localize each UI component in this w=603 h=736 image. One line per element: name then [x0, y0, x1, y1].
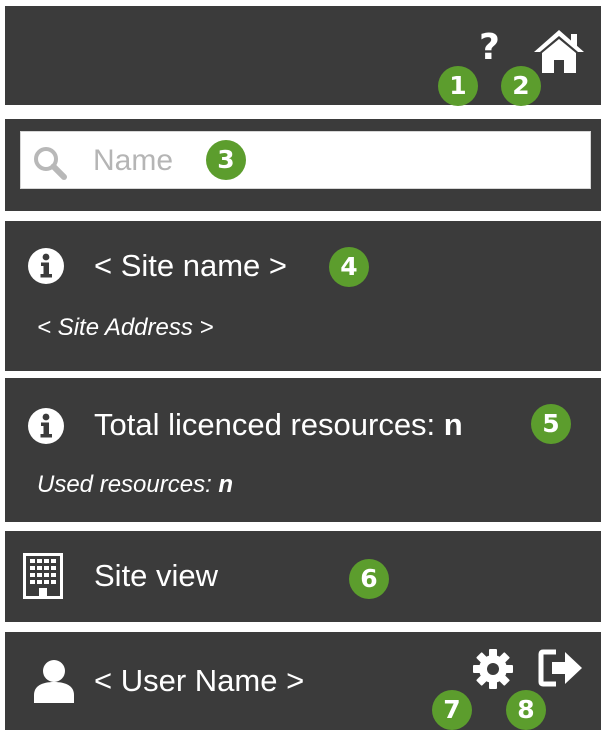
- header-bar: ? 1 2: [5, 6, 601, 106]
- site-view-label: Site view: [94, 558, 219, 593]
- search-input[interactable]: [93, 142, 453, 180]
- sign-out-icon[interactable]: [538, 648, 584, 688]
- user-panel: < User Name > 7 8: [5, 632, 601, 730]
- callout-badge-sign-out: 8: [506, 690, 546, 730]
- site-view-button[interactable]: Site view 6: [5, 531, 601, 622]
- search-icon: [34, 147, 67, 180]
- callout-badge-help: 1: [438, 66, 478, 106]
- help-icon[interactable]: ?: [479, 30, 500, 66]
- resources-panel: Total licenced resources: n 5 Used resou…: [5, 378, 601, 522]
- callout-badge-site: 4: [329, 247, 369, 287]
- search-panel: 3: [5, 119, 601, 211]
- info-icon: [28, 248, 64, 284]
- callout-badge-home: 2: [501, 66, 541, 106]
- total-resources: Total licenced resources: n: [94, 407, 463, 443]
- building-icon: [23, 553, 63, 599]
- user-icon: [34, 660, 74, 703]
- site-address: < Site Address >: [37, 314, 214, 341]
- site-info-panel: < Site name > 4 < Site Address >: [5, 221, 601, 371]
- total-resources-value: n: [443, 407, 463, 442]
- total-resources-label: Total licenced resources:: [94, 407, 444, 442]
- search-box[interactable]: 3: [20, 131, 591, 189]
- callout-badge-search: 3: [206, 140, 246, 180]
- callout-badge-site-view: 6: [349, 559, 389, 599]
- info-icon: [28, 408, 64, 444]
- callout-badge-settings: 7: [432, 690, 472, 730]
- home-icon[interactable]: [533, 28, 585, 74]
- used-resources: Used resources: n: [37, 471, 233, 499]
- gear-icon[interactable]: [472, 648, 514, 690]
- used-resources-value: n: [218, 471, 234, 498]
- callout-badge-resources: 5: [531, 404, 571, 444]
- user-name: < User Name >: [94, 663, 305, 698]
- used-resources-label: Used resources:: [37, 471, 219, 498]
- site-name: < Site name >: [94, 248, 288, 283]
